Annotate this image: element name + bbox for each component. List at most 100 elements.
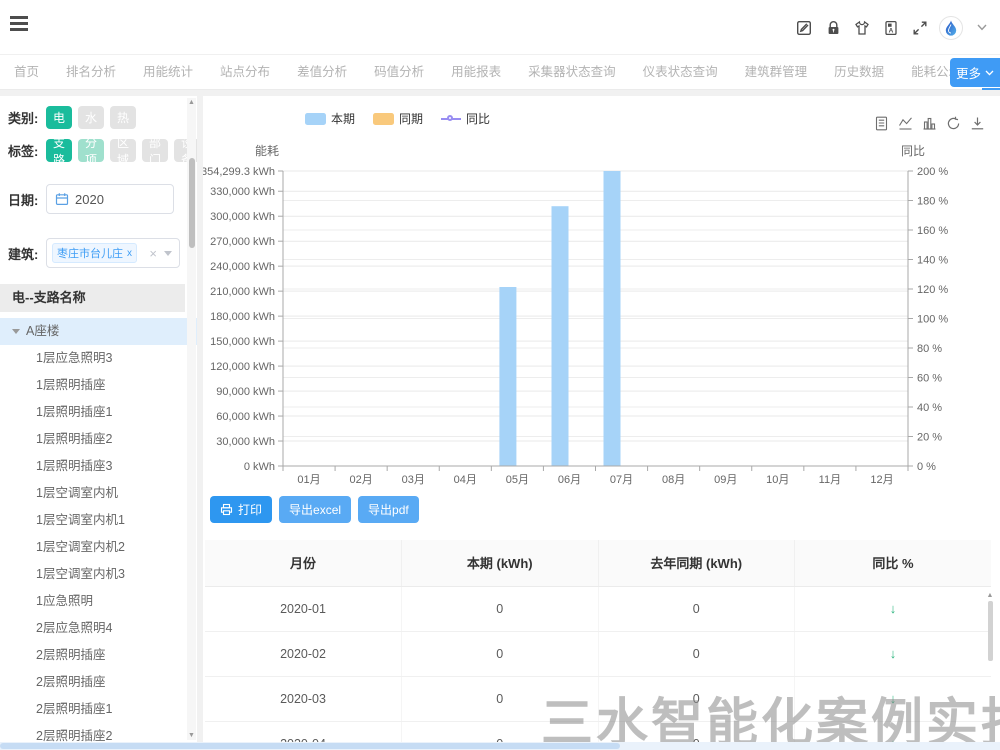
svg-text:100 %: 100 % <box>917 313 948 325</box>
scroll-up-icon[interactable]: ▲ <box>187 99 196 106</box>
restore-icon[interactable] <box>946 116 962 132</box>
tree-item-9[interactable]: 1层空调室内机3 <box>0 561 197 588</box>
chart-legend: 本期 同期 同比 <box>305 110 490 127</box>
tree-item-2[interactable]: 1层照明插座 <box>0 372 197 399</box>
building-label: 建筑: <box>8 244 46 263</box>
tab-item-4[interactable]: 差值分析 <box>297 55 347 90</box>
energy-bar <box>499 287 516 466</box>
comparison-chart[interactable]: 0 kWh 30,000 kWh 60,000 kWh 90,000 kWh 120,0… <box>203 156 1000 491</box>
svg-text:0 kWh: 0 kWh <box>244 461 275 473</box>
chart-toolbox <box>874 116 986 132</box>
user-chevron-down-icon[interactable] <box>972 18 992 38</box>
tree-item-8[interactable]: 1层空调室内机2 <box>0 534 197 561</box>
bar-chart-icon[interactable] <box>922 116 938 132</box>
fullscreen-icon[interactable] <box>910 18 930 38</box>
svg-text:80 %: 80 % <box>917 343 942 355</box>
table-header-2: 去年同期 (kWh) <box>598 540 795 586</box>
tag-chip-1[interactable]: 分项 <box>78 139 104 162</box>
tab-item-6[interactable]: 用能报表 <box>451 55 501 90</box>
tag-remove-icon[interactable]: x <box>127 248 132 259</box>
more-button[interactable]: 更多 <box>950 58 1000 87</box>
category-chip-2[interactable]: 热 <box>110 106 136 129</box>
tree-item-11[interactable]: 2层应急照明4 <box>0 615 197 642</box>
tag-chip-0[interactable]: 支路 <box>46 139 72 162</box>
select-clear-icon[interactable]: × <box>149 246 157 261</box>
app-logo[interactable] <box>939 16 963 40</box>
tree-item-6[interactable]: 1层空调室内机 <box>0 480 197 507</box>
tree-item-1[interactable]: 1层应急照明3 <box>0 345 197 372</box>
building-select[interactable]: 枣庄市台儿庄 x × <box>46 238 180 268</box>
menu-icon[interactable] <box>10 16 30 32</box>
legend-item-同比[interactable]: 同比 <box>441 110 490 127</box>
tree-expand-icon[interactable] <box>12 329 20 334</box>
tag-chip-3[interactable]: 部门 <box>142 139 168 162</box>
tag-label: 标签: <box>8 141 46 160</box>
legend-item-本期[interactable]: 本期 <box>305 110 355 127</box>
table-scroll-thumb[interactable] <box>988 601 993 661</box>
svg-text:01月: 01月 <box>297 474 320 486</box>
table-scroll-up-icon[interactable]: ▲ <box>986 592 994 599</box>
print-button[interactable]: 打印 <box>210 496 272 523</box>
tree-item-0[interactable]: A座楼 <box>0 318 197 345</box>
edit-square-icon[interactable] <box>794 18 814 38</box>
tab-item-9[interactable]: 建筑群管理 <box>745 55 808 90</box>
horizontal-scrollbar[interactable] <box>0 742 1000 750</box>
energy-bar <box>604 171 621 466</box>
svg-text:200 %: 200 % <box>917 166 948 178</box>
svg-text:04月: 04月 <box>454 474 477 486</box>
tree-item-12[interactable]: 2层照明插座 <box>0 642 197 669</box>
theme-shirt-icon[interactable] <box>852 18 872 38</box>
tree-item-4[interactable]: 1层照明插座2 <box>0 426 197 453</box>
svg-text:210,000 kWh: 210,000 kWh <box>210 286 275 298</box>
id-card-icon[interactable]: A <box>881 18 901 38</box>
tab-item-7[interactable]: 采集器状态查询 <box>528 55 616 90</box>
sidebar-scroll-thumb[interactable] <box>189 158 195 248</box>
tree-item-14[interactable]: 2层照明插座1 <box>0 696 197 723</box>
svg-text:60,000 kWh: 60,000 kWh <box>216 411 275 423</box>
category-chip-group: 电水热 <box>46 106 136 129</box>
category-chip-0[interactable]: 电 <box>46 106 72 129</box>
calendar-icon <box>55 192 69 206</box>
svg-text:0 %: 0 % <box>917 461 936 473</box>
tab-item-2[interactable]: 用能统计 <box>143 55 193 90</box>
tab-item-3[interactable]: 站点分布 <box>220 55 270 90</box>
scroll-down-icon[interactable]: ▼ <box>187 732 196 739</box>
legend-item-同期[interactable]: 同期 <box>373 110 423 127</box>
tree-item-7[interactable]: 1层空调室内机1 <box>0 507 197 534</box>
svg-text:07月: 07月 <box>610 474 633 486</box>
save-image-icon[interactable] <box>970 116 986 132</box>
lock-icon[interactable] <box>823 18 843 38</box>
tag-chip-2[interactable]: 区域 <box>110 139 136 162</box>
svg-text:09月: 09月 <box>714 474 737 486</box>
table-header-3: 同比 % <box>795 540 992 586</box>
tab-item-1[interactable]: 排名分析 <box>66 55 116 90</box>
data-view-icon[interactable] <box>874 116 890 132</box>
more-chevron-icon <box>985 70 994 76</box>
export-excel-button[interactable]: 导出excel <box>279 496 351 523</box>
tree-item-3[interactable]: 1层照明插座1 <box>0 399 197 426</box>
date-label: 日期: <box>8 190 46 209</box>
tree-item-15[interactable]: 2层照明插座2 <box>0 723 197 742</box>
svg-text:90,000 kWh: 90,000 kWh <box>216 386 275 398</box>
tag-chip-group: 支路分项区域部门设备 <box>46 139 197 162</box>
svg-text:20 %: 20 % <box>917 431 942 443</box>
watermark-text: 三水智能化案例实拍 <box>541 681 1000 742</box>
sidebar-scrollbar[interactable]: ▲ ▼ <box>187 98 196 740</box>
tree-item-5[interactable]: 1层照明插座3 <box>0 453 197 480</box>
category-chip-1[interactable]: 水 <box>78 106 104 129</box>
line-chart-icon[interactable] <box>898 116 914 132</box>
tab-item-0[interactable]: 首页 <box>14 55 39 90</box>
svg-text:60 %: 60 % <box>917 372 942 384</box>
horizontal-scroll-thumb[interactable] <box>0 743 620 749</box>
svg-text:10月: 10月 <box>766 474 789 486</box>
svg-text:120,000 kWh: 120,000 kWh <box>210 361 275 373</box>
tab-item-10[interactable]: 历史数据 <box>834 55 884 90</box>
tree-item-10[interactable]: 1应急照明 <box>0 588 197 615</box>
date-input[interactable]: 2020 <box>46 184 174 214</box>
tab-item-8[interactable]: 仪表状态查询 <box>643 55 718 90</box>
tab-item-5[interactable]: 码值分析 <box>374 55 424 90</box>
svg-text:30,000 kWh: 30,000 kWh <box>216 436 275 448</box>
tree-item-13[interactable]: 2层照明插座 <box>0 669 197 696</box>
export-pdf-button[interactable]: 导出pdf <box>358 496 419 523</box>
svg-text:150,000 kWh: 150,000 kWh <box>210 336 275 348</box>
